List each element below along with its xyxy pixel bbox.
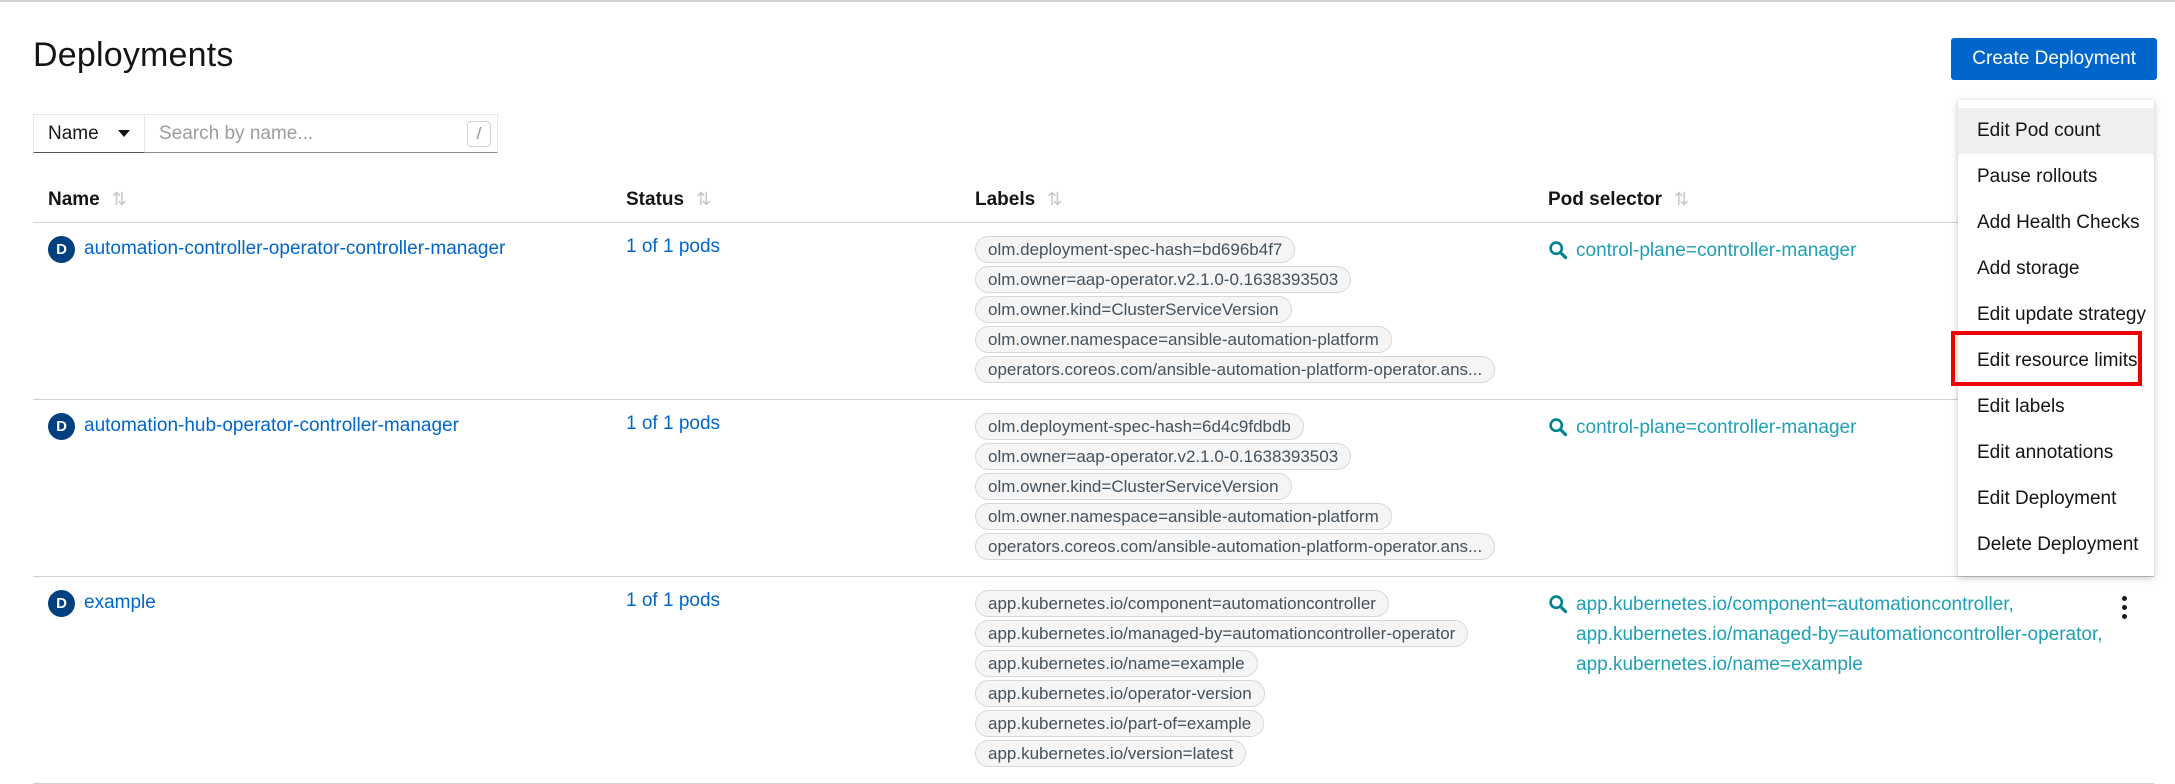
menu-item-edit-resource-limits[interactable]: Edit resource limits [1958,338,2154,384]
deployment-name-link[interactable]: example [84,592,156,614]
menu-item-edit-pod-count[interactable]: Edit Pod count [1958,108,2154,154]
label-chip: app.kubernetes.io/operator-version [975,680,1265,707]
table-row: D example 1 of 1 pods app.kubernetes.io/… [33,576,2154,783]
menu-item-add-storage[interactable]: Add storage [1958,246,2154,292]
label-chip: olm.owner=aap-operator.v2.1.0-0.16383935… [975,266,1351,293]
table-row: D automation-controller-operator-control… [33,222,2154,399]
table-header-row: Name⇅ Status⇅ Labels⇅ Pod selector⇅ [33,179,2154,222]
search-icon [1548,594,1568,619]
deployment-resource-badge: D [48,413,75,440]
deployment-name-link[interactable]: automation-hub-operator-controller-manag… [84,415,459,437]
label-chip: app.kubernetes.io/name=example [975,650,1258,677]
window-top-border [0,0,2175,2]
sort-icon: ⇅ [112,189,127,209]
label-chip: olm.owner=aap-operator.v2.1.0-0.16383935… [975,443,1351,470]
menu-item-pause-rollouts[interactable]: Pause rollouts [1958,154,2154,200]
column-header-name[interactable]: Name⇅ [33,179,611,222]
deployment-resource-badge: D [48,236,75,263]
create-deployment-button[interactable]: Create Deployment [1951,38,2157,80]
kebab-menu-button[interactable] [2112,594,2136,621]
table-row: D automation-hub-operator-controller-man… [33,399,2154,576]
column-header-labels[interactable]: Labels⇅ [960,179,1533,222]
filter-type-label: Name [48,123,99,145]
page-title: Deployments [33,36,234,75]
label-chip: olm.owner.namespace=ansible-automation-p… [975,326,1392,353]
pods-status-link[interactable]: 1 of 1 pods [626,413,720,434]
label-chip: olm.deployment-spec-hash=bd696b4f7 [975,236,1295,263]
deployment-name-link[interactable]: automation-controller-operator-controlle… [84,238,505,260]
search-icon [1548,240,1568,265]
label-chip: operators.coreos.com/ansible-automation-… [975,356,1495,383]
column-header-status[interactable]: Status⇅ [611,179,960,222]
label-chip: olm.owner.namespace=ansible-automation-p… [975,503,1392,530]
sort-icon: ⇅ [1674,189,1689,209]
menu-item-edit-labels[interactable]: Edit labels [1958,384,2154,430]
menu-item-edit-update-strategy[interactable]: Edit update strategy [1958,292,2154,338]
caret-down-icon [118,130,130,137]
label-chip: olm.owner.kind=ClusterServiceVersion [975,296,1292,323]
filter-type-dropdown[interactable]: Name [33,114,145,153]
deployments-table: Name⇅ Status⇅ Labels⇅ Pod selector⇅ D au… [33,179,2154,784]
menu-item-edit-annotations[interactable]: Edit annotations [1958,430,2154,476]
menu-item-add-health-checks[interactable]: Add Health Checks [1958,200,2154,246]
pod-selector-link[interactable]: app.kubernetes.io/name=example [1576,650,2103,680]
menu-item-delete-deployment[interactable]: Delete Deployment [1958,522,2154,568]
pod-selector-link[interactable]: app.kubernetes.io/managed-by=automationc… [1576,620,2103,650]
actions-dropdown-menu: Edit Pod count Pause rollouts Add Health… [1958,100,2154,576]
search-icon [1548,417,1568,442]
label-chip: app.kubernetes.io/component=automationco… [975,590,1389,617]
sort-icon: ⇅ [1047,189,1062,209]
pod-selector-link[interactable]: control-plane=controller-manager [1576,236,1856,266]
menu-item-edit-deployment[interactable]: Edit Deployment [1958,476,2154,522]
pod-selector-link[interactable]: app.kubernetes.io/component=automationco… [1576,590,2103,620]
pods-status-link[interactable]: 1 of 1 pods [626,590,720,611]
slash-shortcut-hint: / [467,121,491,147]
label-chip: app.kubernetes.io/part-of=example [975,710,1264,737]
filter-toolbar: Name / [33,114,498,153]
deployment-resource-badge: D [48,590,75,617]
label-chip: operators.coreos.com/ansible-automation-… [975,533,1495,560]
sort-icon: ⇅ [696,189,711,209]
label-chip: app.kubernetes.io/managed-by=automationc… [975,620,1468,647]
label-chip: app.kubernetes.io/version=latest [975,740,1246,767]
search-input[interactable] [145,114,498,153]
label-chip: olm.owner.kind=ClusterServiceVersion [975,473,1292,500]
pods-status-link[interactable]: 1 of 1 pods [626,236,720,257]
pod-selector-link[interactable]: control-plane=controller-manager [1576,413,1856,443]
label-chip: olm.deployment-spec-hash=6d4c9fdbdb [975,413,1304,440]
